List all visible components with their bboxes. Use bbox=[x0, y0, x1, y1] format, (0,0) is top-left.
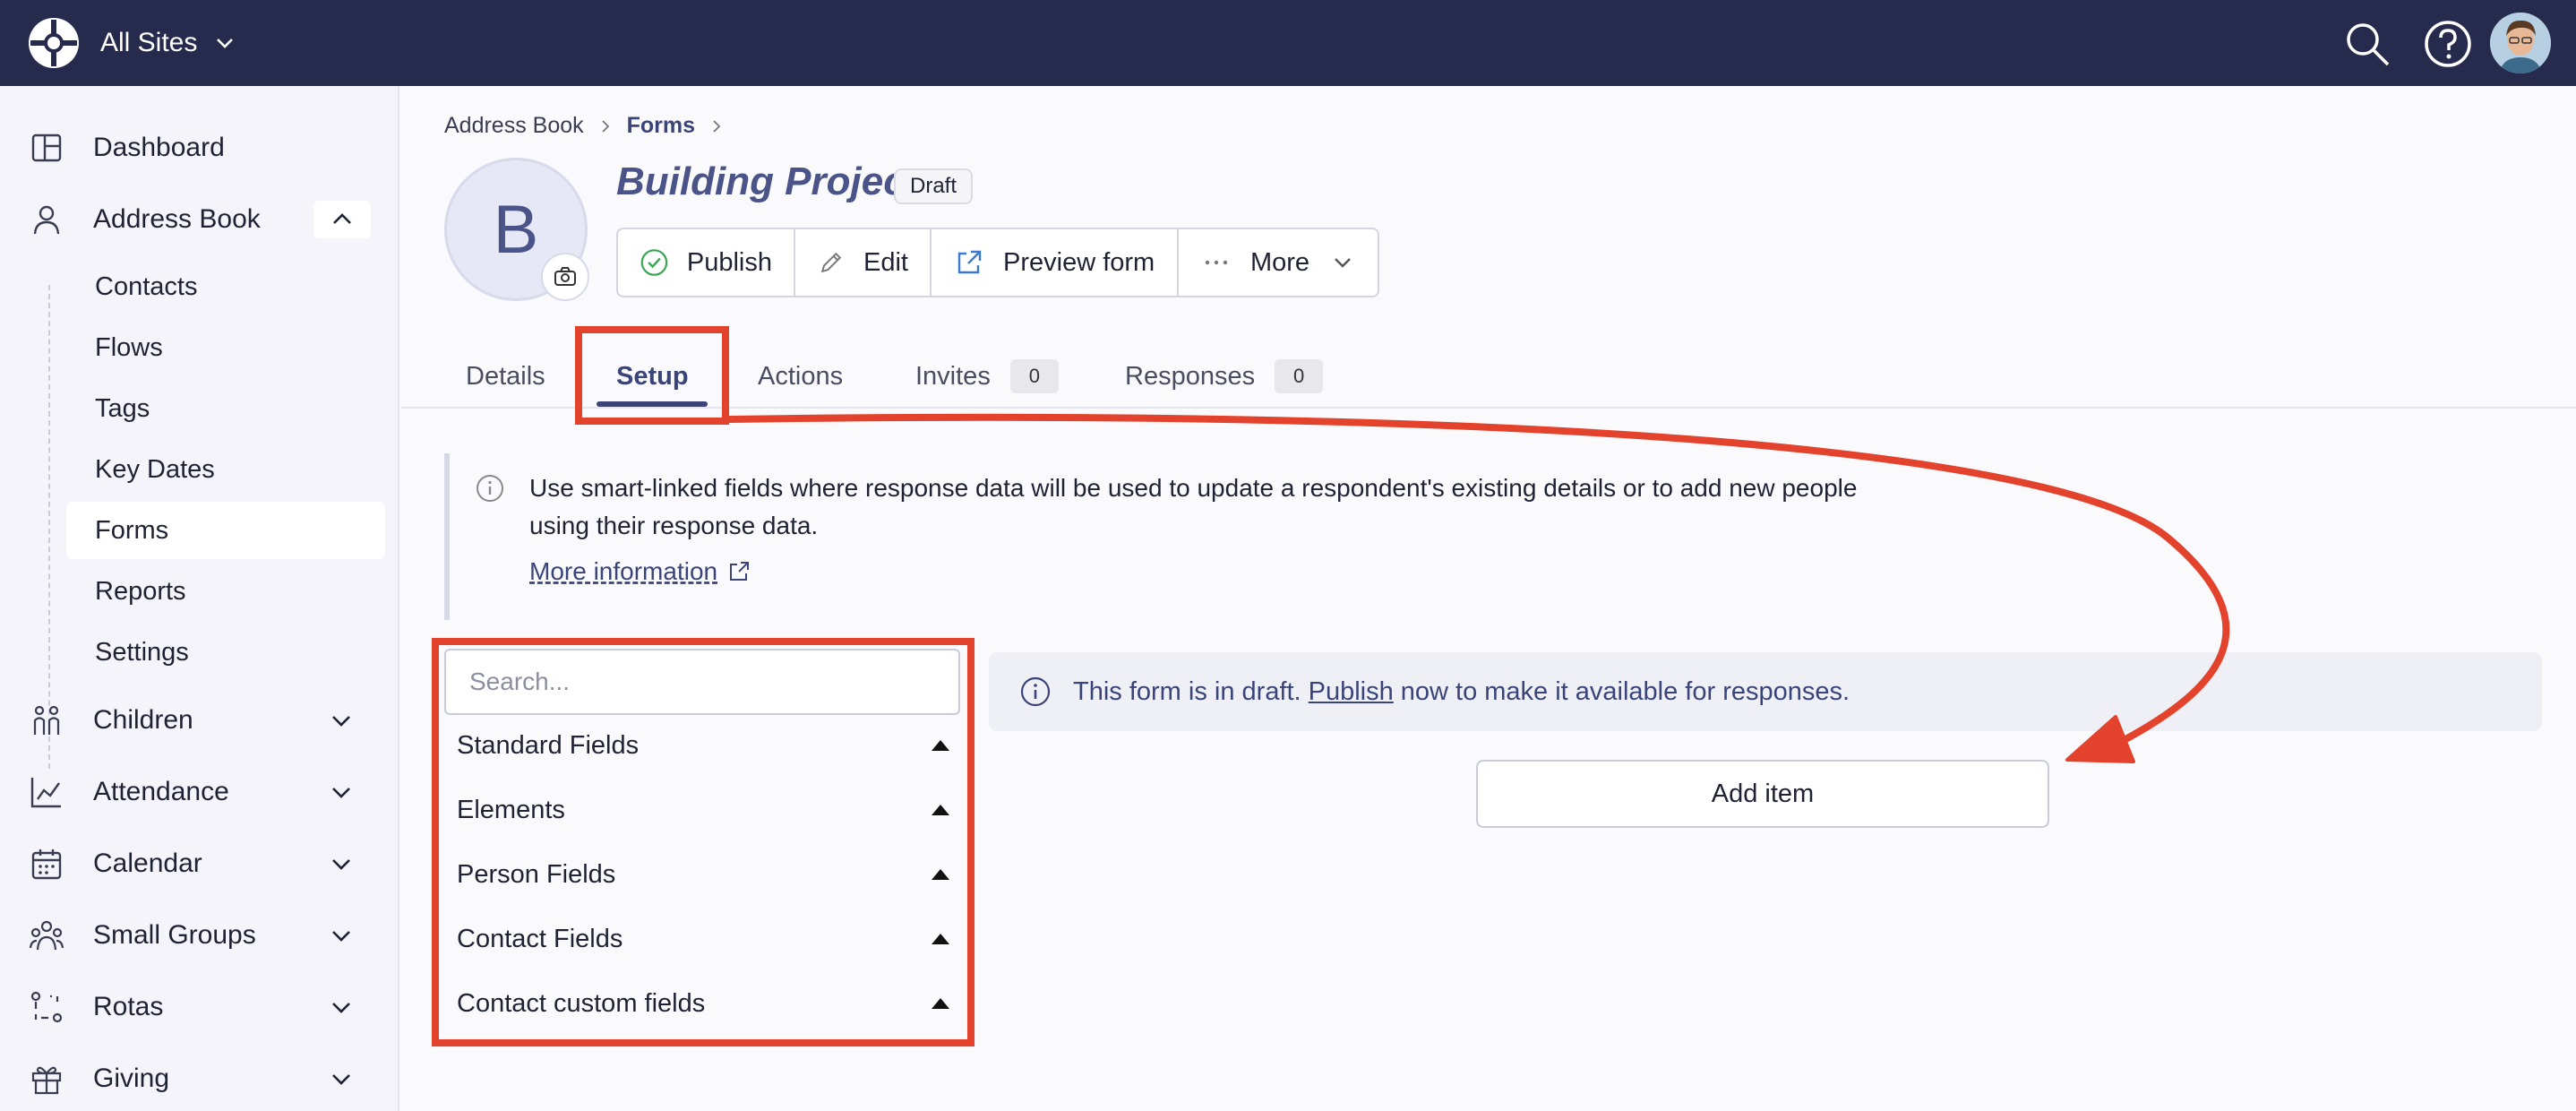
chevron-down-icon bbox=[217, 39, 234, 48]
user-avatar[interactable] bbox=[2490, 13, 2551, 73]
change-image-button[interactable] bbox=[541, 253, 589, 301]
tab-label: Actions bbox=[758, 361, 844, 391]
preview-form-button[interactable]: Preview form bbox=[932, 229, 1179, 296]
chevron-down-icon bbox=[332, 931, 350, 942]
sidebar-item-giving[interactable]: Giving bbox=[0, 1047, 399, 1110]
sidebar-item-small-groups[interactable]: Small Groups bbox=[0, 904, 399, 967]
form-avatar-letter: B bbox=[493, 191, 539, 268]
tab-invites[interactable]: Invites 0 bbox=[915, 349, 1059, 403]
rota-icon bbox=[30, 991, 63, 1023]
draft-alert: This form is in draft. Publish now to ma… bbox=[989, 652, 2542, 731]
site-selector-label: All Sites bbox=[100, 28, 198, 57]
invites-count-badge: 0 bbox=[1009, 359, 1059, 393]
top-bar: All Sites bbox=[0, 0, 2576, 86]
responses-count-badge: 0 bbox=[1275, 359, 1324, 393]
tab-label: Responses bbox=[1125, 361, 1256, 391]
info-text: Use smart-linked fields where response d… bbox=[529, 474, 1858, 539]
smart-fields-info: Use smart-linked fields where response d… bbox=[444, 453, 1895, 620]
sidebar-item-label: Children bbox=[93, 705, 193, 735]
sidebar-item-rotas[interactable]: Rotas bbox=[0, 976, 399, 1038]
more-information-link[interactable]: More information bbox=[529, 557, 751, 586]
more-label: More bbox=[1249, 247, 1310, 277]
page-title: Building Project bbox=[616, 159, 919, 203]
sidebar-subitem-tags[interactable]: Tags bbox=[66, 380, 385, 437]
sidebar-subitem-flows[interactable]: Flows bbox=[66, 319, 385, 376]
gift-icon bbox=[31, 1066, 62, 1095]
sidebar-subitem-settings[interactable]: Settings bbox=[66, 624, 385, 681]
preview-form-label: Preview form bbox=[1003, 247, 1155, 277]
publish-label: Publish bbox=[686, 247, 772, 277]
sidebar-item-label: Dashboard bbox=[93, 133, 225, 162]
chevron-down-icon bbox=[1335, 258, 1351, 268]
group-icon bbox=[29, 920, 64, 951]
edit-button[interactable]: Edit bbox=[795, 229, 932, 296]
tab-label: Invites bbox=[915, 361, 991, 391]
chevron-up-icon bbox=[333, 213, 351, 224]
breadcrumb-address-book[interactable]: Address Book bbox=[444, 113, 584, 139]
publish-button[interactable]: Publish bbox=[618, 229, 795, 296]
sidebar-item-children[interactable]: Children bbox=[0, 689, 399, 752]
external-link-icon bbox=[957, 250, 982, 274]
sidebar-subitem-key-dates[interactable]: Key Dates bbox=[66, 441, 385, 498]
sidebar-item-label: Address Book bbox=[93, 204, 261, 234]
sidebar-item-dashboard[interactable]: Dashboard bbox=[0, 116, 399, 179]
edit-label: Edit bbox=[863, 247, 908, 277]
check-circle-icon bbox=[640, 249, 668, 276]
chevron-down-icon bbox=[332, 1074, 350, 1085]
setup-tab-highlight bbox=[575, 326, 729, 425]
more-button[interactable]: More bbox=[1179, 229, 1378, 296]
chart-icon bbox=[30, 778, 61, 808]
tab-actions[interactable]: Actions bbox=[758, 349, 843, 403]
chevron-right-icon bbox=[713, 119, 721, 133]
tab-details[interactable]: Details bbox=[466, 349, 545, 403]
breadcrumb-forms[interactable]: Forms bbox=[627, 113, 695, 139]
sidebar-item-label: Giving bbox=[93, 1064, 170, 1093]
sidebar: Dashboard Address Book Contacts Flows Ta… bbox=[0, 86, 399, 1111]
sidebar-item-label: Attendance bbox=[93, 777, 229, 806]
chevron-down-icon bbox=[332, 859, 350, 870]
sidebar-item-label: Rotas bbox=[93, 992, 164, 1021]
info-icon bbox=[1020, 676, 1051, 707]
sidebar-subitem-contacts[interactable]: Contacts bbox=[66, 258, 385, 315]
person-icon bbox=[33, 205, 60, 235]
sidebar-item-calendar[interactable]: Calendar bbox=[0, 832, 399, 895]
sidebar-subitem-forms[interactable]: Forms bbox=[66, 502, 385, 559]
help-icon[interactable] bbox=[2422, 18, 2474, 70]
tab-label: Details bbox=[466, 361, 545, 391]
external-link-icon bbox=[730, 562, 750, 581]
sidebar-item-attendance[interactable]: Attendance bbox=[0, 761, 399, 823]
form-action-buttons: Publish Edit Preview form More bbox=[616, 228, 1379, 297]
chevron-down-icon bbox=[332, 788, 350, 798]
tab-responses[interactable]: Responses 0 bbox=[1125, 349, 1324, 403]
draft-alert-suffix: now to make it available for responses. bbox=[1400, 676, 1850, 706]
search-icon[interactable] bbox=[2341, 18, 2393, 70]
app-logo-icon[interactable] bbox=[27, 16, 81, 70]
status-badge: Draft bbox=[894, 168, 974, 204]
draft-alert-prefix: This form is in draft. bbox=[1073, 676, 1301, 706]
site-selector[interactable]: All Sites bbox=[100, 23, 236, 63]
info-icon bbox=[477, 475, 503, 502]
sidebar-item-label: Small Groups bbox=[93, 920, 256, 950]
camera-icon bbox=[554, 267, 576, 286]
breadcrumb: Address Book Forms bbox=[444, 113, 738, 139]
sidebar-subitem-reports[interactable]: Reports bbox=[66, 563, 385, 620]
chevron-right-icon bbox=[602, 119, 609, 133]
dashboard-icon bbox=[31, 133, 62, 162]
chevron-down-icon bbox=[332, 716, 350, 727]
publish-link[interactable]: Publish bbox=[1309, 677, 1394, 707]
add-item-button[interactable]: Add item bbox=[1476, 760, 2049, 828]
field-library-highlight bbox=[432, 638, 975, 1046]
sidebar-item-label: Calendar bbox=[93, 848, 202, 878]
collapse-button[interactable] bbox=[313, 201, 371, 238]
chevron-down-icon bbox=[332, 1003, 350, 1013]
pencil-icon bbox=[820, 252, 842, 273]
sidebar-item-address-book[interactable]: Address Book bbox=[0, 188, 399, 251]
children-icon bbox=[33, 705, 60, 735]
more-information-label: More information bbox=[529, 557, 718, 585]
calendar-icon bbox=[31, 849, 62, 880]
more-dots-icon bbox=[1205, 260, 1228, 265]
